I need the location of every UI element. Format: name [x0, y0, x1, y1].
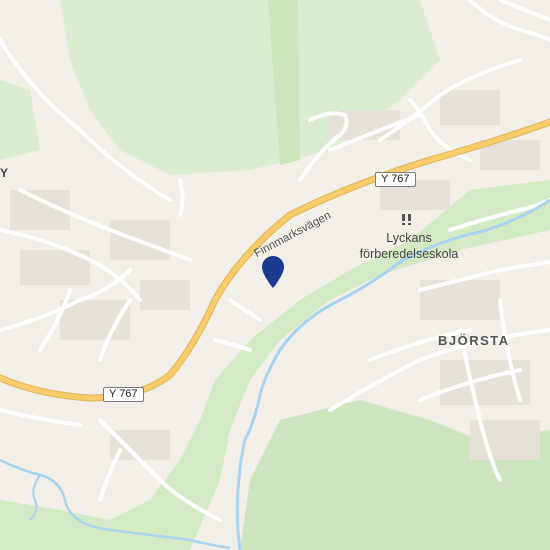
- poi-label-line1: Lyckans: [386, 231, 432, 245]
- edge-place-label: Y: [0, 166, 9, 180]
- road-shield: Y 767: [375, 172, 416, 187]
- road-shield: Y 767: [103, 387, 144, 402]
- school-icon[interactable]: [401, 213, 413, 225]
- place-label-bjorsta: BJÖRSTA: [438, 333, 510, 348]
- poi-label-school[interactable]: Lyckans förberedelseskola: [354, 230, 464, 262]
- poi-label-line2: förberedelseskola: [359, 247, 459, 261]
- location-pin-icon[interactable]: [262, 256, 284, 288]
- map-view[interactable]: Y 767 Y 767 Finnmarksvägen BJÖRSTA Lycka…: [0, 0, 550, 550]
